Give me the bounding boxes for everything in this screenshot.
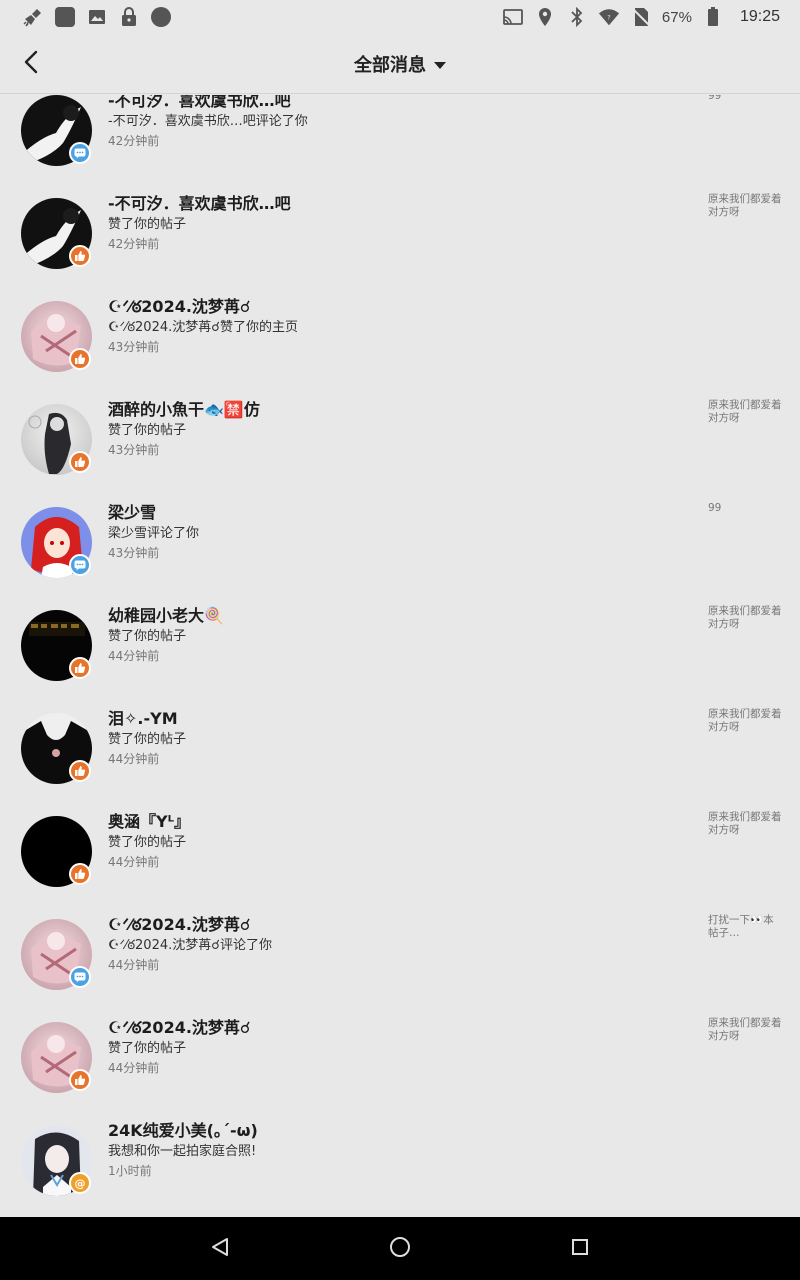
page-title: 全部消息 [354, 55, 426, 75]
notification-list[interactable]: -不可汐．喜欢虞书欣…吧 -不可汐．喜欢虞书欣…吧评论了你 42分钟前 99 -… [0, 95, 800, 1217]
comment-badge-icon [69, 966, 91, 988]
notification-time: 1小时前 [108, 1164, 152, 1178]
post-preview: 原来我们都爱着对方呀 [708, 708, 782, 733]
no-sim-icon [630, 6, 652, 28]
notification-item[interactable]: 梁少雪 梁少雪评论了你 43分钟前 99 [0, 499, 800, 602]
post-preview: 原来我们都爱着对方呀 [708, 811, 782, 836]
like-badge-icon [69, 760, 91, 782]
cast-icon [502, 6, 524, 28]
post-preview: 原来我们都爱着对方呀 [708, 605, 782, 630]
sender-name: -不可汐．喜欢虞书欣…吧 [108, 194, 291, 213]
back-triangle-icon [209, 1236, 231, 1262]
like-badge-icon [69, 863, 91, 885]
comment-badge-icon [69, 142, 91, 164]
notification-text: 赞了你的帖子 [108, 629, 187, 644]
notification-time: 43分钟前 [108, 340, 160, 354]
broom-icon [22, 6, 44, 28]
notification-text: 梁少雪评论了你 [108, 526, 200, 541]
sender-name: 泪✧.-YM [108, 709, 178, 728]
status-bar: ? 67% 19:25 [0, 0, 800, 34]
like-badge-icon [69, 245, 91, 267]
status-time: 19:25 [739, 8, 780, 25]
notification-text: ☪ᐟ⁄ఠ2024.沈梦苒☌评论了你 [108, 938, 272, 953]
status-bar-right: ? 67% 19:25 [502, 6, 780, 28]
svg-text:?: ? [607, 14, 610, 22]
like-badge-icon [69, 1069, 91, 1091]
system-nav-bar [0, 1217, 800, 1280]
circle-icon [150, 6, 172, 28]
sender-name: 酒醉的小魚干🐟🈲仿 [108, 400, 260, 419]
nav-back-button[interactable] [200, 1229, 240, 1269]
header: 全部消息 [0, 34, 800, 94]
notification-time: 43分钟前 [108, 546, 160, 560]
notification-time: 42分钟前 [108, 237, 160, 251]
sender-name: -不可汐．喜欢虞书欣…吧 [108, 95, 291, 110]
like-badge-icon [69, 451, 91, 473]
post-preview: 原来我们都爱着对方呀 [708, 399, 782, 424]
home-circle-icon [388, 1235, 412, 1263]
notification-item[interactable]: 泪✧.-YM 赞了你的帖子 44分钟前 原来我们都爱着对方呀 [0, 705, 800, 808]
message-filter-dropdown[interactable]: 全部消息 [0, 34, 800, 94]
sender-name: 幼稚园小老大🍭 [108, 606, 224, 625]
notification-item[interactable]: ☪ᐟ⁄ఠ2024.沈梦苒☌ ☪ᐟ⁄ఠ2024.沈梦苒☌赞了你的主页 43分钟前 [0, 293, 800, 396]
notification-time: 42分钟前 [108, 134, 160, 148]
wifi-icon: ? [598, 6, 620, 28]
bluetooth-icon [566, 6, 588, 28]
notification-text: 赞了你的帖子 [108, 732, 187, 747]
notification-item[interactable]: @ 24K纯爱小美(｡´-ω) 我想和你一起拍家庭合照! 1小时前 [0, 1117, 800, 1217]
notification-time: 44分钟前 [108, 1061, 160, 1075]
notification-time: 44分钟前 [108, 958, 160, 972]
notification-text: -不可汐．喜欢虞书欣…吧评论了你 [108, 114, 308, 129]
location-icon [534, 6, 556, 28]
battery-percent: 67% [661, 8, 692, 26]
lock-icon [118, 6, 140, 28]
nav-recents-button[interactable] [560, 1229, 600, 1269]
caret-down-icon [434, 61, 446, 69]
mention-badge-icon: @ [69, 1172, 91, 1194]
notification-item[interactable]: 酒醉的小魚干🐟🈲仿 赞了你的帖子 43分钟前 原来我们都爱着对方呀 [0, 396, 800, 499]
svg-text:@: @ [75, 1177, 86, 1189]
notification-text: 我想和你一起拍家庭合照! [108, 1144, 257, 1159]
notification-time: 44分钟前 [108, 855, 160, 869]
sender-name: 24K纯爱小美(｡´-ω) [108, 1121, 258, 1140]
sender-name: 奥涵『Yᴸ』 [108, 812, 191, 831]
comment-badge-icon [69, 554, 91, 576]
nav-home-button[interactable] [380, 1229, 420, 1269]
notification-item[interactable]: -不可汐．喜欢虞书欣…吧 -不可汐．喜欢虞书欣…吧评论了你 42分钟前 99 [0, 95, 800, 190]
app-square-icon [54, 6, 76, 28]
notification-time: 44分钟前 [108, 752, 160, 766]
notification-text: ☪ᐟ⁄ఠ2024.沈梦苒☌赞了你的主页 [108, 320, 298, 335]
notification-text: 赞了你的帖子 [108, 835, 187, 850]
notification-item[interactable]: -不可汐．喜欢虞书欣…吧 赞了你的帖子 42分钟前 原来我们都爱着对方呀 [0, 190, 800, 293]
status-bar-left [22, 6, 172, 28]
notification-item[interactable]: ☪ᐟ⁄ఠ2024.沈梦苒☌ ☪ᐟ⁄ఠ2024.沈梦苒☌评论了你 44分钟前 打扰… [0, 911, 800, 1014]
notification-item[interactable]: ☪ᐟ⁄ఠ2024.沈梦苒☌ 赞了你的帖子 44分钟前 原来我们都爱着对方呀 [0, 1014, 800, 1117]
notification-time: 44分钟前 [108, 649, 160, 663]
recents-square-icon [570, 1237, 590, 1261]
sender-name: 梁少雪 [108, 503, 157, 522]
like-badge-icon [69, 657, 91, 679]
notification-text: 赞了你的帖子 [108, 217, 187, 232]
post-preview: 99 [708, 502, 722, 514]
notification-text: 赞了你的帖子 [108, 1041, 187, 1056]
post-preview: 打扰一下👀本帖子… [708, 914, 774, 939]
post-preview: 原来我们都爱着对方呀 [708, 1017, 782, 1042]
post-preview: 原来我们都爱着对方呀 [708, 193, 782, 218]
post-preview: 99 [708, 95, 722, 102]
like-badge-icon [69, 348, 91, 370]
notification-time: 43分钟前 [108, 443, 160, 457]
notification-text: 赞了你的帖子 [108, 423, 187, 438]
notification-item[interactable]: 奥涵『Yᴸ』 赞了你的帖子 44分钟前 原来我们都爱着对方呀 [0, 808, 800, 911]
battery-icon [702, 6, 724, 28]
image-icon [86, 6, 108, 28]
notification-item[interactable]: 幼稚园小老大🍭 赞了你的帖子 44分钟前 原来我们都爱着对方呀 [0, 602, 800, 705]
